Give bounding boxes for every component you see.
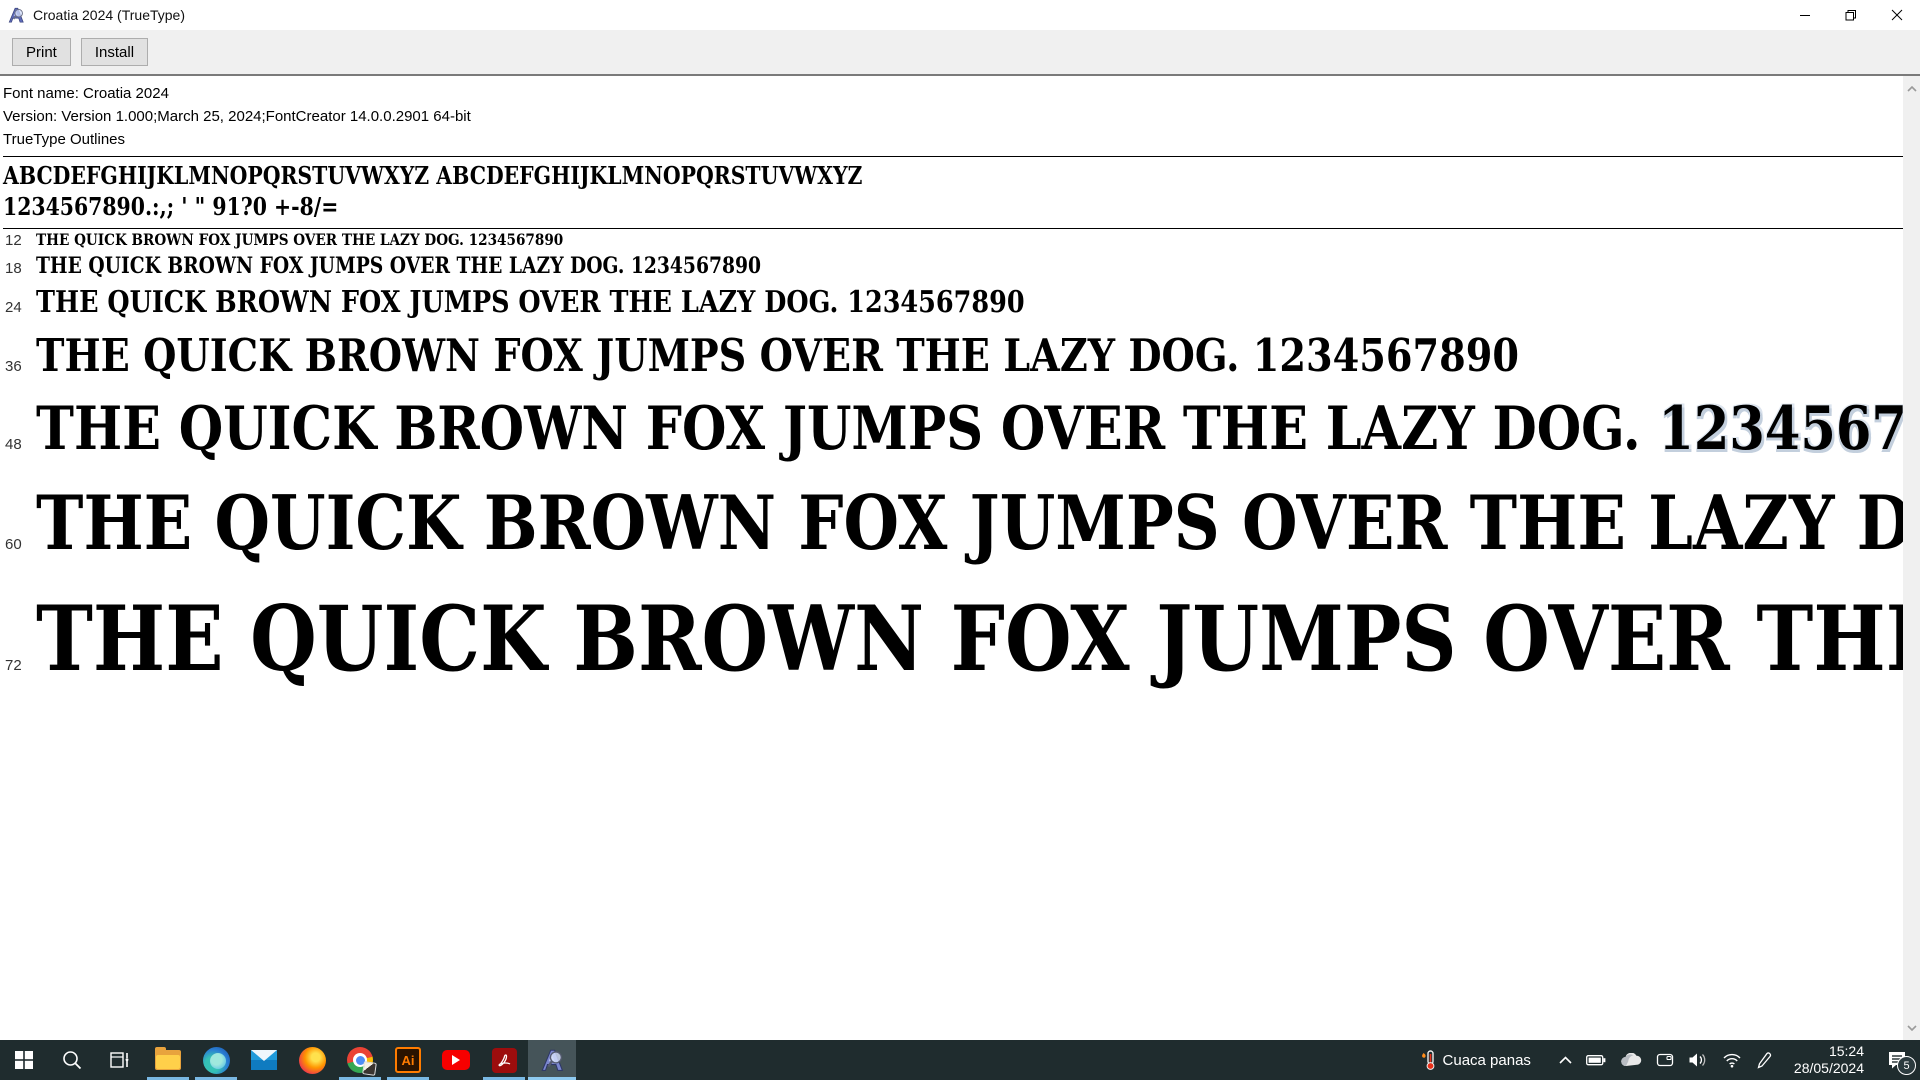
notification-count-badge: 5 <box>1897 1056 1916 1075</box>
search-button[interactable] <box>48 1040 96 1080</box>
taskbar-item-youtube[interactable] <box>432 1040 480 1080</box>
taskbar-item-illustrator[interactable]: Ai <box>384 1040 432 1080</box>
separator-line <box>3 156 1903 157</box>
scroll-down-button[interactable] <box>1903 1019 1920 1036</box>
system-tray: Cuaca panas 15:24 28/05/2024 5 <box>1412 1040 1920 1080</box>
sample-text: THE QUICK BROWN FOX JUMPS OVER THE LAZY … <box>36 479 1920 568</box>
size-label: 48 <box>5 436 22 454</box>
print-button[interactable]: Print <box>12 38 71 66</box>
chrome-overlay-badge <box>362 1061 377 1076</box>
mail-icon <box>251 1050 277 1070</box>
restore-icon <box>1845 10 1856 21</box>
volume-control[interactable] <box>1681 1040 1715 1080</box>
font-version-line: Version: Version 1.000;March 25, 2024;Fo… <box>3 108 471 125</box>
youtube-icon <box>442 1050 470 1070</box>
chevron-up-icon <box>1906 85 1917 92</box>
file-explorer-icon <box>155 1047 181 1070</box>
font-viewer-window: Croatia 2024 (TrueType) Print Install Fo… <box>0 0 1920 1040</box>
clock-widget[interactable]: 15:24 28/05/2024 <box>1780 1043 1874 1077</box>
titlebar: Croatia 2024 (TrueType) <box>0 0 1920 30</box>
sample-text: THE QUICK BROWN FOX JUMPS OVER THE LAZY … <box>36 230 564 249</box>
preview-row-12: 12 THE QUICK BROWN FOX JUMPS OVER THE LA… <box>3 229 1903 251</box>
chevron-up-icon <box>1559 1056 1572 1064</box>
sample-text-digits: 1234567890 <box>1658 394 1920 465</box>
preview-row-60: 60 THE QUICK BROWN FOX JUMPS OVER THE LA… <box>3 471 1920 576</box>
windows-logo-icon <box>15 1051 33 1069</box>
size-label: 36 <box>5 358 22 376</box>
cast-status[interactable] <box>1649 1040 1681 1080</box>
firefox-icon <box>298 1046 326 1074</box>
pen-icon <box>1757 1051 1772 1069</box>
taskbar-item-chrome[interactable] <box>336 1040 384 1080</box>
search-icon <box>63 1051 82 1070</box>
minimize-icon <box>1800 15 1810 16</box>
cast-display-icon <box>1656 1053 1674 1066</box>
thermometer-hot-icon <box>1421 1050 1434 1070</box>
acrobat-icon <box>491 1047 517 1073</box>
close-icon <box>1891 9 1903 21</box>
size-label: 72 <box>5 657 22 675</box>
font-viewer-icon <box>541 1049 564 1071</box>
hidden-icons-button[interactable] <box>1552 1040 1579 1080</box>
taskbar-item-mail[interactable] <box>240 1040 288 1080</box>
sample-text: THE QUICK BROWN FOX JUMPS OVER THE LAZY … <box>36 285 1025 321</box>
task-view-icon <box>110 1052 129 1068</box>
sample-text: THE QUICK BROWN FOX JUMPS OVER THE LAZY … <box>36 253 762 280</box>
chevron-down-icon <box>1906 1024 1917 1031</box>
start-button[interactable] <box>0 1040 48 1080</box>
taskbar: Ai Cuaca panas 15:24 28/05/2024 5 <box>0 1040 1920 1080</box>
chrome-icon <box>347 1047 377 1076</box>
battery-status[interactable] <box>1579 1040 1613 1080</box>
scroll-up-button[interactable] <box>1903 80 1920 97</box>
illustrator-icon: Ai <box>395 1047 421 1073</box>
action-center-button[interactable]: 5 <box>1874 1040 1920 1080</box>
restore-button[interactable] <box>1828 0 1874 30</box>
weather-label: Cuaca panas <box>1442 1051 1531 1069</box>
alphabet-sample: ABCDEFGHIJKLMNOPQRSTUVWXYZ ABCDEFGHIJKLM… <box>3 161 863 190</box>
network-status[interactable] <box>1715 1040 1749 1080</box>
preview-row-36: 36 THE QUICK BROWN FOX JUMPS OVER THE LA… <box>3 324 1903 387</box>
toolbar: Print Install <box>0 30 1920 74</box>
sample-text: THE QUICK BROWN FOX JUMPS OVER THE LAZY … <box>36 586 1920 693</box>
symbols-sample: 1234567890.:,; ' " 91?0 +-8/= <box>3 192 339 221</box>
taskbar-item-edge[interactable] <box>192 1040 240 1080</box>
weather-widget[interactable]: Cuaca panas <box>1412 1040 1538 1080</box>
font-preview-content: Font name: Croatia 2024 Version: Version… <box>0 76 1920 1040</box>
sample-text: THE QUICK BROWN FOX JUMPS OVER THE LAZY … <box>36 387 1920 471</box>
onedrive-cloud-icon <box>1621 1053 1642 1067</box>
sample-text: THE QUICK BROWN FOX JUMPS OVER THE LAZY … <box>36 329 1519 383</box>
close-button[interactable] <box>1874 0 1920 30</box>
wifi-icon <box>1723 1053 1741 1068</box>
font-outline-line: TrueType Outlines <box>3 131 125 148</box>
taskbar-item-acrobat[interactable] <box>480 1040 528 1080</box>
taskbar-item-font-viewer[interactable] <box>528 1040 576 1080</box>
taskbar-item-file-explorer[interactable] <box>144 1040 192 1080</box>
pen-workspace[interactable] <box>1749 1040 1780 1080</box>
install-button[interactable]: Install <box>80 38 149 66</box>
preview-row-72: 72 THE QUICK BROWN FOX JUMPS OVER THE LA… <box>3 576 1920 702</box>
font-viewer-app-icon <box>8 7 24 23</box>
size-label: 12 <box>5 232 22 249</box>
taskbar-item-firefox[interactable] <box>288 1040 336 1080</box>
volume-icon <box>1689 1053 1706 1067</box>
font-name-line: Font name: Croatia 2024 <box>3 85 169 102</box>
minimize-button[interactable] <box>1782 0 1828 30</box>
size-label: 18 <box>5 260 22 278</box>
size-label: 60 <box>5 536 22 554</box>
vertical-scrollbar[interactable] <box>1903 76 1920 1040</box>
battery-icon <box>1585 1055 1606 1066</box>
preview-row-48: 48 THE QUICK BROWN FOX JUMPS OVER THE LA… <box>3 387 1920 471</box>
edge-icon <box>202 1046 230 1074</box>
task-view-button[interactable] <box>96 1040 144 1080</box>
clock-time: 15:24 <box>1828 1043 1864 1059</box>
sample-text-words: THE QUICK BROWN FOX JUMPS OVER THE LAZY … <box>36 394 1659 465</box>
size-label: 24 <box>5 299 22 317</box>
preview-row-18: 18 THE QUICK BROWN FOX JUMPS OVER THE LA… <box>3 251 1903 282</box>
onedrive-status[interactable] <box>1613 1040 1649 1080</box>
clock-date: 28/05/2024 <box>1793 1060 1864 1076</box>
preview-row-24: 24 THE QUICK BROWN FOX JUMPS OVER THE LA… <box>3 282 1903 324</box>
window-title: Croatia 2024 (TrueType) <box>33 7 185 23</box>
